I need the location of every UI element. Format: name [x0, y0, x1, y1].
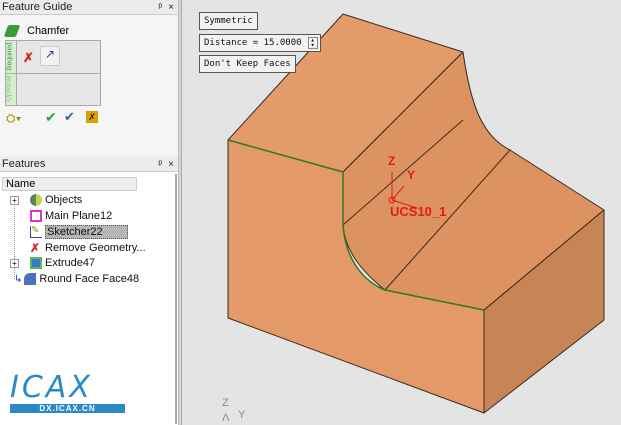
tree-item-round-face[interactable]: ↳ Round Face Face48 [14, 271, 139, 287]
preview-icon[interactable]: ⛭▾ [6, 111, 21, 126]
round-face-icon [24, 273, 37, 285]
ucs-z-label: Z [388, 154, 396, 168]
symmetric-option[interactable]: Symmetric [199, 12, 258, 30]
arrow-icon: ↳ [14, 273, 23, 285]
tree-item-extrude[interactable]: Extrude47 [30, 255, 95, 271]
close-icon[interactable]: × [168, 159, 174, 170]
keep-faces-option[interactable]: Don't Keep Faces [199, 55, 296, 73]
view-triad-z: Z [222, 397, 229, 409]
close-icon[interactable]: × [168, 2, 174, 13]
name-column-header[interactable]: Name [2, 177, 137, 191]
optional-label: Optional [5, 75, 13, 102]
distance-field[interactable]: Distance = 15.0000 ▴ ▾ [199, 34, 321, 52]
ucs-label: UCS10_1 [390, 204, 447, 219]
feature-guide-panel: Feature Guide ᵖ × Chamfer Required Option… [0, 0, 178, 155]
feature-guide-titlebar: Feature Guide ᵖ × [0, 0, 178, 15]
command-name: Chamfer [3, 25, 69, 37]
chamfer-icon [3, 25, 21, 37]
pin-icon[interactable]: ᵖ [158, 2, 162, 13]
ok-icon[interactable]: ✔ [45, 109, 57, 126]
spinner-icon[interactable]: ▴ ▾ [307, 37, 318, 49]
sketch-icon: ✎ [30, 226, 42, 238]
expand-toggle[interactable]: + [10, 259, 19, 268]
extrude-icon [30, 257, 42, 269]
tree-item-main-plane[interactable]: Main Plane12 [30, 208, 112, 224]
tree-item-objects[interactable]: Objects [30, 192, 82, 208]
ucs-y-label: Y [407, 168, 416, 182]
view-triad-y: Y [238, 409, 246, 421]
panel-title: Features [2, 158, 46, 170]
objects-icon [30, 194, 42, 206]
plane-icon [30, 210, 42, 222]
tree-item-remove-geometry[interactable]: ✗ Remove Geometry... [30, 240, 146, 256]
3d-viewport[interactable]: Symmetric Distance = 15.0000 ▴ ▾ Don't Kee… [182, 0, 621, 425]
tree-item-sketcher[interactable]: ✎ Sketcher22 [30, 224, 128, 240]
input-grid: Required Optional ✗ ↗ [5, 40, 101, 106]
cancel-icon[interactable]: ✗ [86, 111, 98, 123]
features-panel: Features ᵖ × Name + Objects Main Plane12 … [0, 157, 178, 425]
pin-icon[interactable]: ᵖ [158, 159, 162, 170]
view-triad-arrow: Λ [222, 412, 230, 424]
edge-select-icon[interactable]: ✗ [23, 50, 34, 66]
required-label: Required [6, 42, 14, 71]
panel-title: Feature Guide [2, 1, 73, 13]
features-titlebar: Features ᵖ × [0, 157, 178, 172]
expand-toggle[interactable]: + [10, 196, 19, 205]
remove-geometry-icon: ✗ [30, 241, 41, 255]
icax-logo: ICAX DX.ICAX.CN [10, 372, 125, 417]
apply-icon[interactable]: ✔ [64, 109, 75, 125]
arc-select-icon[interactable]: ↗ [40, 46, 60, 66]
